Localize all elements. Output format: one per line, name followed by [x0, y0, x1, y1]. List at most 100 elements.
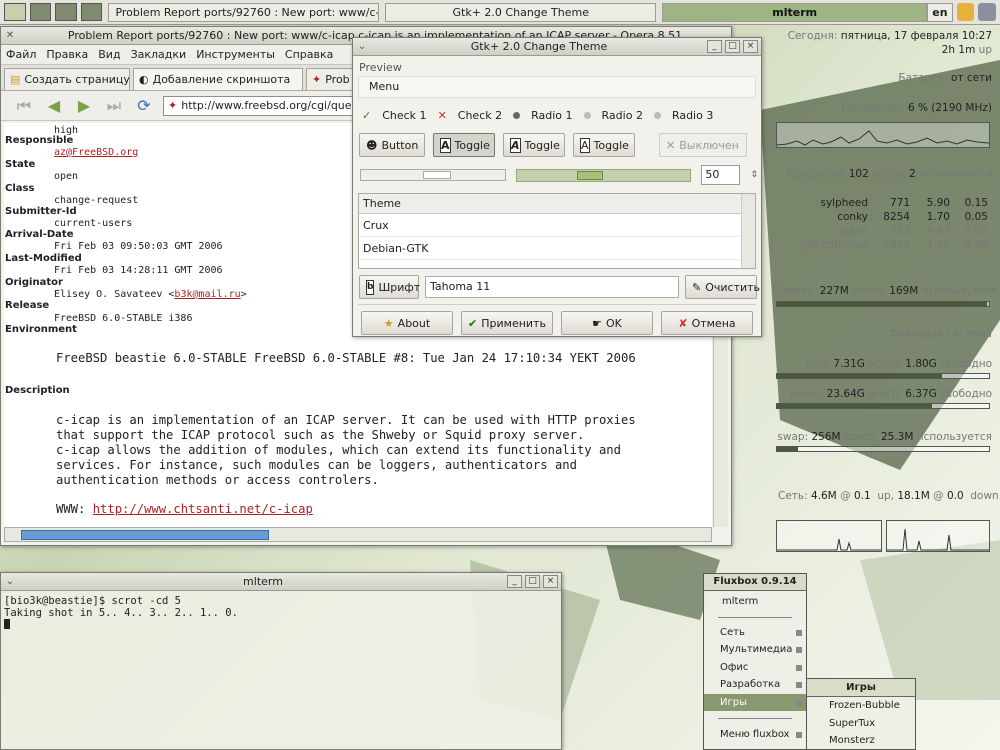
workspace-1[interactable]	[4, 3, 26, 21]
horizontal-scrollbar[interactable]	[4, 527, 712, 542]
menu-item-game[interactable]: Monsterz	[807, 732, 915, 750]
menu-tools[interactable]: Инструменты	[191, 48, 280, 61]
tray-icon-2[interactable]	[978, 3, 996, 21]
radio-off-icon[interactable]	[653, 111, 661, 119]
radio1-label[interactable]: Radio 1	[531, 109, 572, 122]
description-line: authentication methods or access control…	[56, 473, 379, 487]
toggle-button-2[interactable]: A Toggle	[503, 133, 565, 157]
toggle-button-1[interactable]: A Toggle	[433, 133, 495, 157]
forward-icon[interactable]: ▶	[73, 96, 95, 115]
menu-help[interactable]: Справка	[280, 48, 338, 61]
menu-item-network[interactable]: Сеть	[704, 624, 806, 642]
window-menu-icon[interactable]: ✕	[1, 30, 19, 41]
menu-item-game[interactable]: SuperTux	[807, 715, 915, 733]
minimize-icon[interactable]: _	[507, 575, 522, 588]
menu-item-office[interactable]: Офис	[704, 659, 806, 677]
spin-field[interactable]: 50	[701, 165, 741, 185]
menu-item-games[interactable]: Игры	[704, 693, 806, 711]
workspace-2[interactable]	[29, 3, 52, 21]
fast-forward-icon[interactable]: ⏭	[103, 96, 125, 115]
spin-arrows-icon[interactable]: ⇕	[750, 170, 758, 180]
radio-off-icon[interactable]	[583, 111, 591, 119]
field-value: change-request	[54, 195, 139, 206]
preview-menu[interactable]: Menu	[358, 76, 756, 98]
check-mark-icon[interactable]: ✓	[362, 109, 371, 122]
theme-list-header[interactable]: Theme	[359, 194, 755, 214]
conky-battery: Батарея: от сети	[898, 72, 992, 84]
radio2-label[interactable]: Radio 2	[602, 109, 643, 122]
root-bar	[776, 373, 990, 379]
maximize-icon[interactable]: □	[525, 575, 540, 588]
field-value: Fri Feb 03 09:50:03 GMT 2006	[54, 241, 223, 252]
about-button[interactable]: ★ About	[361, 311, 453, 335]
theme-list-scrollbar[interactable]	[741, 194, 755, 268]
cancel-button[interactable]: ✘ Отмена	[661, 311, 753, 335]
apply-button[interactable]: ✔ Применить	[461, 311, 553, 335]
scroll-thumb[interactable]	[21, 530, 269, 540]
task-opera[interactable]: Problem Report ports/92760 : New port: w…	[108, 2, 380, 22]
preview-button[interactable]: ☻ Button	[359, 133, 425, 157]
menu-item-development[interactable]: Разработка	[704, 676, 806, 694]
preview-slider[interactable]	[516, 168, 692, 182]
close-icon[interactable]: ×	[743, 40, 758, 53]
originator-email-link[interactable]: b3k@mail.ru	[174, 289, 240, 300]
clear-button[interactable]: ✎ Очистить	[685, 275, 760, 299]
check2-label[interactable]: Check 2	[458, 109, 502, 122]
slider-thumb[interactable]	[576, 170, 603, 180]
task-mlterm[interactable]: mlterm	[662, 2, 928, 22]
freebsd-icon: ✦	[312, 73, 322, 86]
window-menu-icon[interactable]: ⌄	[1, 576, 19, 587]
radio-on-icon[interactable]	[513, 111, 521, 119]
menu-view[interactable]: Вид	[93, 48, 125, 61]
menu-item-mlterm[interactable]: mlterm	[704, 593, 806, 611]
workspace-3[interactable]	[55, 3, 77, 21]
menu-file[interactable]: Файл	[1, 48, 41, 61]
menu-item-fluxbox-menu[interactable]: Меню fluxbox	[704, 726, 806, 744]
process-row: conky 8254 1.70 0.05	[837, 211, 988, 223]
field-value: open	[54, 171, 79, 182]
taskbar: Problem Report ports/92760 : New port: w…	[0, 0, 1000, 25]
terminal-window: ⌄ mlterm _ □ × [bio3k@beastie]$ scrot -c…	[0, 572, 562, 750]
workspace-4[interactable]	[80, 3, 103, 21]
close-icon[interactable]: ×	[543, 575, 558, 588]
conky-uptime: 2h 1m up	[941, 44, 992, 56]
ok-button[interactable]: ☛ OK	[561, 311, 653, 335]
gtk-titlebar[interactable]: ⌄ Gtk+ 2.0 Change Theme _ □ ×	[353, 38, 761, 56]
font-field[interactable]: Tahoma 11	[425, 276, 679, 298]
field-value: Fri Feb 03 14:28:11 GMT 2006	[54, 265, 223, 276]
task-gtk-theme[interactable]: Gtk+ 2.0 Change Theme	[385, 2, 657, 22]
tab-problem-report[interactable]: ✦ Prob	[306, 68, 358, 90]
terminal-titlebar[interactable]: ⌄ mlterm _ □ ×	[1, 573, 561, 591]
address-field[interactable]: ✦ http://www.freebsd.org/cgi/query	[163, 95, 363, 116]
www-line: WWW: http://www.chtsanti.net/c-icap	[56, 502, 313, 516]
keyboard-layout[interactable]: en	[927, 2, 953, 22]
font-button[interactable]: b Шрифт	[359, 275, 420, 299]
terminal-output[interactable]: [bio3k@beastie]$ scrot -cd 5 Taking shot …	[1, 591, 561, 636]
reload-icon[interactable]: ⟳	[133, 96, 155, 115]
check-cross-icon[interactable]: ✕	[438, 109, 447, 122]
rewind-icon[interactable]: ⏮	[13, 96, 35, 115]
www-link[interactable]: http://www.chtsanti.net/c-icap	[93, 502, 313, 516]
menu-item-multimedia[interactable]: Мультимедиа	[704, 641, 806, 659]
conky-home: home: 23.64G всего, 6.37G свободно	[790, 388, 992, 400]
toggle-button-3[interactable]: A Toggle	[573, 133, 635, 157]
check1-label[interactable]: Check 1	[382, 109, 426, 122]
theme-item[interactable]: Crux	[359, 214, 755, 237]
menu-item-game[interactable]: Frozen-Bubble	[807, 697, 915, 715]
field-label: Class	[5, 183, 35, 194]
tray-icon-1[interactable]	[956, 3, 975, 21]
back-icon[interactable]: ◀	[43, 96, 65, 115]
radio3-label[interactable]: Radio 3	[672, 109, 713, 122]
separator	[718, 616, 792, 618]
submenu-arrow-icon	[796, 664, 802, 671]
menu-bookmarks[interactable]: Закладки	[126, 48, 192, 61]
tab-add-screenshot[interactable]: ◐ Добавление скриншота	[133, 68, 303, 90]
minimize-icon[interactable]: _	[707, 40, 722, 53]
theme-list[interactable]: Theme Crux Debian-GTK	[358, 193, 756, 269]
window-menu-icon[interactable]: ⌄	[353, 41, 371, 52]
menu-edit[interactable]: Правка	[41, 48, 93, 61]
maximize-icon[interactable]: □	[725, 40, 740, 53]
theme-item[interactable]: Debian-GTK	[359, 237, 755, 260]
responsible-link[interactable]: az@FreeBSD.org	[54, 147, 138, 158]
tab-new-page[interactable]: ▤ Создать страницу	[4, 68, 130, 90]
